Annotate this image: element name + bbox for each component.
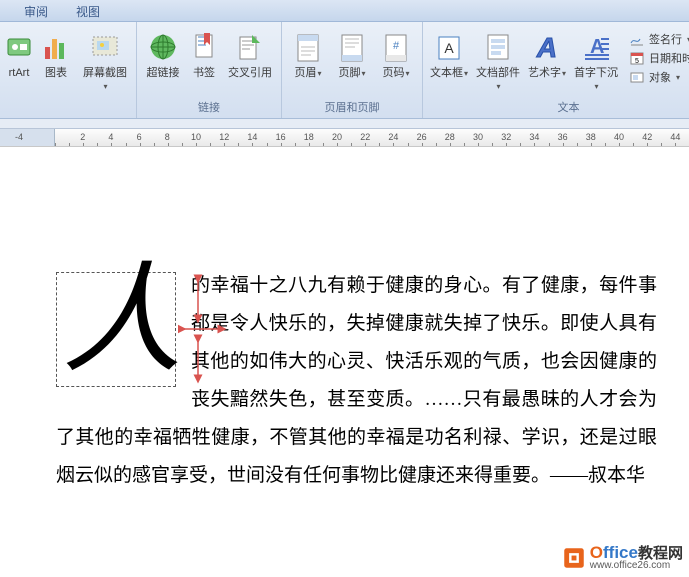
svg-text:A: A: [536, 32, 557, 63]
page: 人 的幸福十之八九有赖于健康的身心。有了健康，每件事都是令人快乐的，失掉健康就失…: [0, 147, 689, 495]
horizontal-ruler[interactable]: -424681012141618202224262830323436384042…: [0, 129, 689, 147]
tab-bar: 审阅 视图: [0, 0, 689, 22]
group-links-label: 链接: [141, 97, 277, 118]
datetime-label: 日期和时间: [649, 50, 689, 66]
watermark: Office教程网 www.office26.com: [561, 544, 683, 571]
wordart-label: 艺术字▾: [528, 67, 566, 80]
bookmark-icon: [188, 31, 220, 63]
chart-label: 图表: [45, 67, 67, 80]
header-button[interactable]: 页眉▾: [286, 28, 330, 83]
group-header-footer: 页眉▾ 页脚▾ # 页码▾ 页眉和页脚: [282, 22, 423, 118]
parts-icon: [482, 31, 514, 63]
textbox-label: 文本框▾: [430, 67, 468, 80]
bookmark-label: 书签: [193, 67, 215, 80]
footer-button[interactable]: 页脚▾: [330, 28, 374, 83]
textbox-icon: A: [433, 31, 465, 63]
page-number-button[interactable]: # 页码▾: [374, 28, 418, 83]
group-hf-label: 页眉和页脚: [286, 97, 418, 118]
dropcap-label: 首字下沉▾: [572, 67, 620, 93]
textbox-button[interactable]: A 文本框▾: [427, 28, 471, 83]
tab-review[interactable]: 审阅: [10, 0, 62, 21]
screenshot-button[interactable]: 屏幕截图▾: [78, 28, 132, 96]
crossref-button[interactable]: 交叉引用: [223, 28, 277, 83]
globe-icon: [147, 31, 179, 63]
calendar-icon: 5: [629, 50, 645, 66]
svg-text:5: 5: [635, 58, 639, 65]
bookmark-button[interactable]: 书签: [185, 28, 223, 83]
dropcap-icon: A: [580, 31, 612, 63]
parts-label: 文档部件▾: [474, 67, 522, 93]
signature-button[interactable]: 签名行▾: [627, 30, 689, 48]
crossref-label: 交叉引用: [228, 67, 272, 80]
header-label: 页眉▾: [294, 67, 321, 80]
group-text: A 文本框▾ 文档部件▾ A 艺术字▾ A 首字下沉▾ 签名行▾ 5日期和时间 …: [423, 22, 689, 118]
signature-label: 签名行: [649, 31, 682, 47]
object-button[interactable]: 对象▾: [627, 68, 689, 86]
page-number-icon: #: [380, 31, 412, 63]
chart-button[interactable]: 图表: [34, 28, 78, 83]
wordart-button[interactable]: A 艺术字▾: [525, 28, 569, 83]
smartart-icon: [3, 31, 35, 63]
watermark-url: www.office26.com: [590, 561, 683, 571]
signature-icon: [629, 31, 645, 47]
group-illustrations: rtArt 图表 屏幕截图▾: [0, 22, 137, 118]
smartart-button[interactable]: rtArt: [4, 28, 34, 83]
crossref-icon: [234, 31, 266, 63]
sub-toolbar: [0, 119, 689, 129]
page-number-label: 页码▾: [382, 67, 409, 80]
svg-text:#: #: [393, 40, 400, 52]
screenshot-label: 屏幕截图▾: [81, 67, 129, 93]
group-illustrations-label: [4, 101, 132, 118]
group-text-label: 文本: [427, 97, 689, 118]
header-icon: [292, 31, 324, 63]
object-label: 对象: [649, 69, 671, 85]
parts-button[interactable]: 文档部件▾: [471, 28, 525, 96]
document-area[interactable]: 人 的幸福十之八九有赖于健康的身心。有了健康，每件事都是令人快乐的，失掉健康就失…: [0, 147, 689, 577]
svg-text:A: A: [444, 40, 454, 56]
hyperlink-button[interactable]: 超链接: [141, 28, 185, 83]
footer-label: 页脚▾: [338, 67, 365, 80]
screenshot-icon: [89, 31, 121, 63]
dropcap-button[interactable]: A 首字下沉▾: [569, 28, 623, 96]
footer-icon: [336, 31, 368, 63]
chart-icon: [40, 31, 72, 63]
wordart-icon: A: [531, 31, 563, 63]
drop-cap-frame[interactable]: 人: [56, 272, 176, 387]
smartart-label: rtArt: [9, 67, 30, 80]
group-links: 超链接 书签 交叉引用 链接: [137, 22, 282, 118]
watermark-brand: Office教程网: [590, 544, 683, 561]
ribbon: rtArt 图表 屏幕截图▾ 超链接 书签: [0, 22, 689, 119]
tab-view[interactable]: 视图: [62, 0, 114, 21]
object-icon: [629, 69, 645, 85]
datetime-button[interactable]: 5 日期和时间: [627, 49, 689, 67]
watermark-logo-icon: [561, 545, 587, 571]
hyperlink-label: 超链接: [147, 67, 180, 80]
drop-cap-char: 人: [62, 261, 182, 381]
